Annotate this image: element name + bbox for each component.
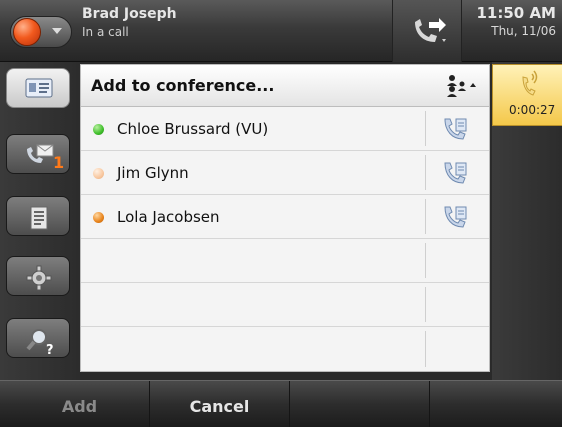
contact-row-chloe-brussard[interactable]: Chloe Brussard (VU) (81, 107, 489, 151)
presence-status-icon (13, 18, 41, 46)
search-help-icon: ? (26, 329, 54, 355)
settings-gear-icon (26, 265, 52, 291)
nav-settings[interactable] (6, 256, 70, 296)
chevron-down-icon (52, 28, 62, 34)
call-forward-button[interactable] (392, 0, 462, 62)
nav-voicemail[interactable]: 1 (6, 134, 70, 174)
sort-contacts-button[interactable] (443, 73, 479, 99)
add-to-conference-dialog: Add to conference... Chloe Brussard (VU) (80, 64, 490, 372)
dialog-header: Add to conference... (81, 65, 489, 107)
people-sort-icon (447, 75, 476, 97)
empty-softkey (290, 381, 430, 427)
contact-row-lola-jacobsen[interactable]: Lola Jacobsen (81, 195, 489, 239)
presence-dot-busy (93, 212, 104, 223)
conference-call-icon[interactable] (443, 160, 469, 186)
voicemail-icon (27, 144, 54, 163)
conference-call-icon[interactable] (443, 204, 469, 230)
contact-name: Lola Jacobsen (117, 208, 220, 226)
column-divider (425, 199, 426, 234)
empty-row (81, 327, 489, 371)
user-name: Brad Joseph (82, 6, 177, 22)
nav-call-history[interactable] (6, 196, 70, 236)
contacts-card-icon (25, 78, 53, 98)
contact-name: Chloe Brussard (VU) (117, 120, 269, 138)
nav-search-help[interactable]: ? (6, 318, 70, 358)
active-call-tile[interactable]: 0:00:27 (492, 64, 562, 126)
svg-text:?: ? (46, 343, 54, 355)
active-calls-pane: 0:00:27 (492, 62, 562, 380)
contact-name: Jim Glynn (117, 164, 189, 182)
presence-button[interactable] (10, 16, 72, 48)
active-call-icon (522, 70, 538, 96)
softkey-bar: Add Cancel (0, 380, 562, 427)
call-history-icon (30, 206, 48, 230)
status-bar: Brad Joseph In a call 11:50 AM Thu, 11/0… (0, 0, 562, 62)
column-divider (425, 155, 426, 190)
presence-dot-away (93, 168, 104, 179)
conference-call-icon[interactable] (443, 116, 469, 142)
empty-row (81, 239, 489, 283)
contact-row-jim-glynn[interactable]: Jim Glynn (81, 151, 489, 195)
call-forward-icon (415, 18, 446, 42)
presence-dot-available (93, 124, 104, 135)
column-divider (425, 331, 426, 367)
column-divider (425, 287, 426, 322)
call-timer: 0:00:27 (509, 103, 556, 117)
add-button[interactable]: Add (10, 381, 150, 427)
empty-row (81, 283, 489, 327)
clock-time: 11:50 AM (476, 4, 556, 22)
column-divider (425, 243, 426, 278)
cancel-button[interactable]: Cancel (150, 381, 290, 427)
dialog-title: Add to conference... (91, 76, 275, 95)
column-divider (425, 111, 426, 146)
user-status: In a call (82, 25, 129, 39)
side-nav: 1 ? (0, 62, 80, 380)
contact-list: Chloe Brussard (VU) Jim Glynn Lola Jacob… (81, 107, 489, 371)
clock-date: Thu, 11/06 (491, 24, 556, 38)
nav-contacts[interactable] (6, 68, 70, 108)
voicemail-count-badge: 1 (53, 153, 65, 172)
